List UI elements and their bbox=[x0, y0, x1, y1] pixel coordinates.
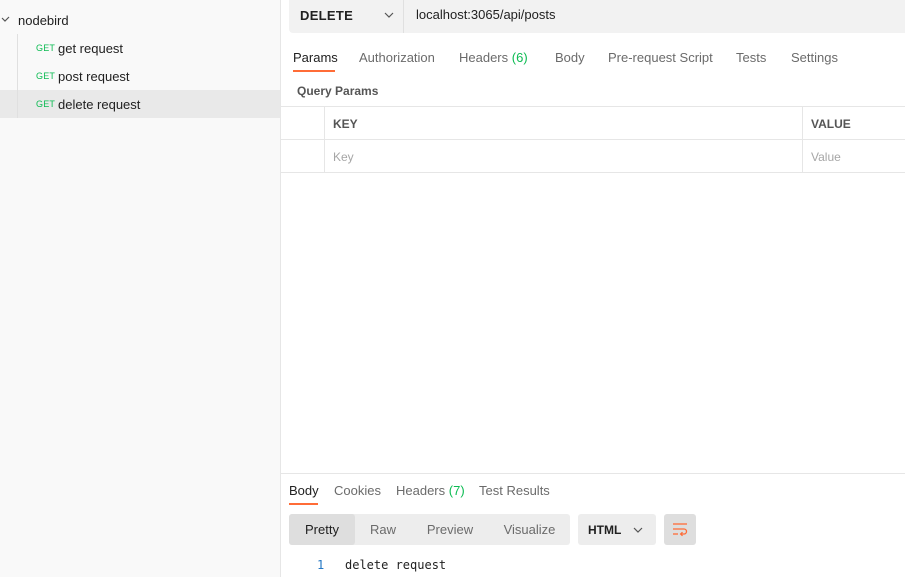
method-value: DELETE bbox=[300, 8, 354, 23]
tree-guide-line bbox=[17, 90, 18, 118]
tab-tests[interactable]: Tests bbox=[736, 50, 766, 65]
key-header: KEY bbox=[333, 117, 358, 131]
view-visualize-button[interactable]: Visualize bbox=[489, 514, 570, 545]
url-input[interactable]: localhost:3065/api/posts bbox=[404, 0, 905, 33]
response-panel: Body Cookies Headers (7) Test Results Pr… bbox=[281, 473, 905, 577]
chevron-down-icon[interactable] bbox=[1, 14, 10, 24]
tab-authorization[interactable]: Authorization bbox=[359, 50, 435, 65]
active-tab-indicator bbox=[293, 70, 335, 72]
response-tab-headers-label: Headers bbox=[396, 483, 446, 498]
request-method-badge: GET bbox=[36, 71, 56, 81]
chevron-down-icon bbox=[384, 12, 394, 18]
wrap-lines-icon bbox=[673, 523, 688, 537]
sidebar-request-delete[interactable]: GET delete request bbox=[0, 90, 280, 118]
request-method-badge: GET bbox=[36, 99, 56, 109]
sidebar-request-get[interactable]: GET get request bbox=[0, 34, 280, 62]
table-header-row: KEY VALUE bbox=[281, 107, 905, 140]
response-body-line: delete request bbox=[345, 558, 447, 572]
wrap-lines-button[interactable] bbox=[664, 514, 696, 545]
url-bar: DELETE localhost:3065/api/posts bbox=[289, 0, 905, 34]
value-header: VALUE bbox=[811, 117, 851, 131]
tab-params[interactable]: Params bbox=[293, 50, 338, 65]
request-name: delete request bbox=[58, 97, 141, 112]
format-select[interactable]: HTML bbox=[578, 514, 656, 545]
response-tab-body[interactable]: Body bbox=[289, 483, 319, 498]
tree-guide-line bbox=[17, 34, 18, 62]
view-preview-button[interactable]: Preview bbox=[411, 514, 489, 545]
value-placeholder: Value bbox=[811, 150, 841, 164]
method-select[interactable]: DELETE bbox=[289, 0, 404, 33]
response-tab-headers[interactable]: Headers (7) bbox=[396, 483, 465, 498]
tab-pre-request-script[interactable]: Pre-request Script bbox=[608, 50, 713, 65]
request-name: get request bbox=[58, 41, 124, 56]
response-view-toggle: Pretty Raw Preview Visualize bbox=[289, 514, 570, 545]
tab-headers-label: Headers bbox=[459, 50, 509, 65]
tab-settings[interactable]: Settings bbox=[791, 50, 838, 65]
request-tabs: Params Authorization Headers (6) Body Pr… bbox=[281, 40, 905, 74]
response-tab-cookies[interactable]: Cookies bbox=[334, 483, 381, 498]
active-response-tab-indicator bbox=[289, 503, 318, 505]
key-input[interactable]: Key bbox=[325, 140, 803, 173]
table-row: Key Value bbox=[281, 140, 905, 173]
format-value: HTML bbox=[588, 523, 622, 537]
collection-nodebird[interactable]: nodebird bbox=[0, 6, 280, 34]
query-params-table: KEY VALUE Key Value bbox=[281, 106, 905, 173]
key-column-header: KEY bbox=[325, 107, 803, 140]
row-checkbox-cell bbox=[281, 140, 325, 173]
request-method-badge: GET bbox=[36, 43, 56, 53]
line-number: 1 bbox=[317, 558, 325, 572]
tab-headers[interactable]: Headers (6) bbox=[459, 50, 528, 65]
response-headers-count: (7) bbox=[448, 483, 465, 498]
value-column-header: VALUE bbox=[803, 107, 905, 140]
tree-guide-line bbox=[17, 62, 18, 90]
query-params-label: Query Params bbox=[297, 84, 379, 98]
tab-body[interactable]: Body bbox=[555, 50, 585, 65]
key-placeholder: Key bbox=[333, 150, 354, 164]
value-input[interactable]: Value bbox=[803, 140, 905, 173]
response-tab-test-results[interactable]: Test Results bbox=[479, 483, 550, 498]
url-value: localhost:3065/api/posts bbox=[416, 7, 556, 22]
view-raw-button[interactable]: Raw bbox=[355, 514, 411, 545]
collection-name: nodebird bbox=[18, 13, 69, 28]
headers-count: (6) bbox=[511, 50, 528, 65]
request-name: post request bbox=[58, 69, 130, 84]
chevron-down-icon bbox=[633, 527, 643, 533]
sidebar: nodebird GET get request GET post reques… bbox=[0, 0, 281, 577]
view-pretty-button[interactable]: Pretty bbox=[289, 514, 355, 545]
sidebar-request-post[interactable]: GET post request bbox=[0, 62, 280, 90]
checkbox-column-header bbox=[281, 107, 325, 140]
